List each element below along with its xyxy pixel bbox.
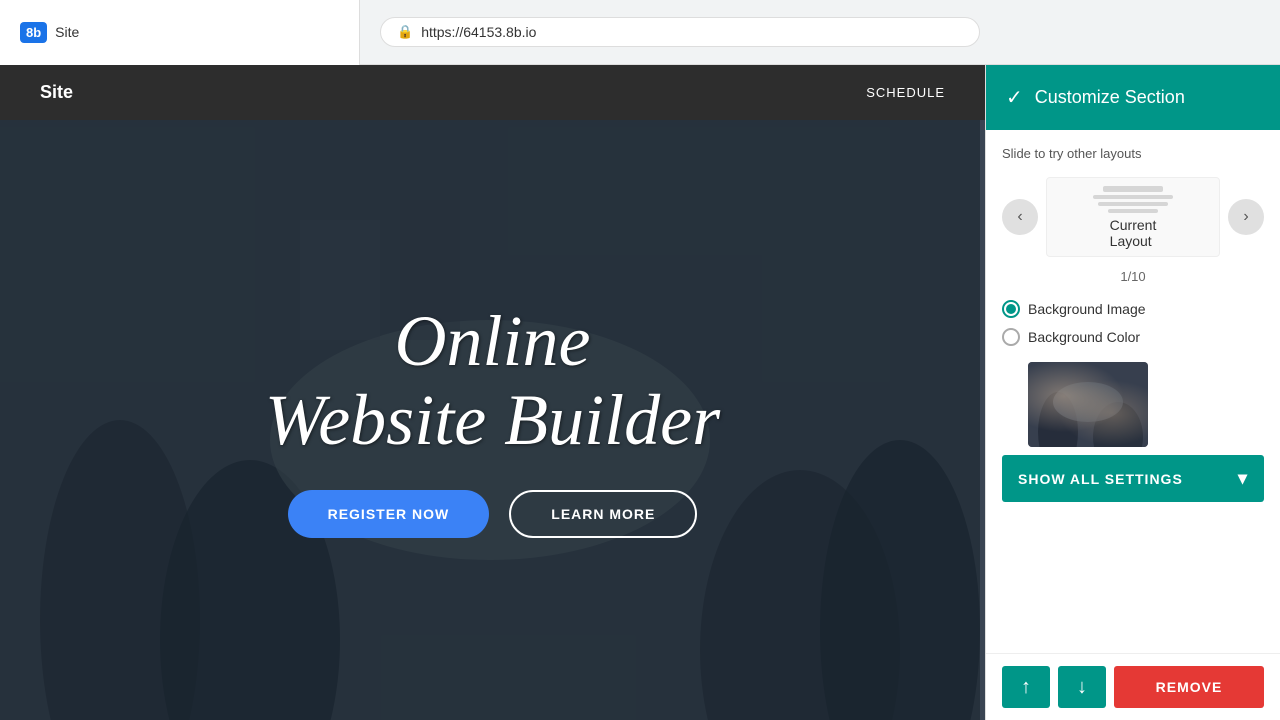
background-image-thumbnail[interactable] — [1028, 362, 1148, 447]
preview-line-3 — [1098, 202, 1168, 206]
prev-layout-button[interactable]: ‹ — [1002, 199, 1038, 235]
slide-label: Slide to try other layouts — [1002, 146, 1264, 161]
preview-line-4 — [1108, 209, 1158, 213]
site-nav: Site SCHEDULE — [0, 65, 985, 120]
customize-panel: ✓ Customize Section Slide to try other l… — [985, 65, 1280, 720]
panel-header-title: Customize Section — [1035, 87, 1185, 108]
bg-image-label: Background Image — [1028, 301, 1146, 317]
show-all-settings-button[interactable]: SHOW ALL SETTINGS ▾ — [1002, 455, 1264, 502]
remove-button[interactable]: REMOVE — [1114, 666, 1264, 708]
register-button[interactable]: REGISTER NOW — [288, 490, 490, 538]
show-all-label: SHOW ALL SETTINGS — [1018, 471, 1183, 487]
learn-more-button[interactable]: LEARN MORE — [509, 490, 697, 538]
hero-content: Online Website Builder REGISTER NOW LEAR… — [245, 282, 740, 558]
url-text: https://64153.8b.io — [421, 24, 536, 40]
current-layout-label: CurrentLayout — [1110, 217, 1157, 249]
panel-header: ✓ Customize Section — [986, 65, 1280, 130]
hero-section: Online Website Builder REGISTER NOW LEAR… — [0, 120, 985, 720]
main-area: Site SCHEDULE — [0, 65, 1280, 720]
hero-title-line1: Online — [265, 302, 720, 381]
bg-image-option[interactable]: Background Image — [1002, 300, 1264, 318]
layout-preview-lines — [1093, 186, 1173, 213]
move-down-button[interactable]: ↓ — [1058, 666, 1106, 708]
bg-image-radio[interactable] — [1002, 300, 1020, 318]
tab-logo: 8b — [20, 22, 47, 43]
tab-title: Site — [55, 24, 79, 40]
layout-carousel: ‹ CurrentLayout › — [1002, 177, 1264, 257]
site-nav-title: Site — [40, 82, 73, 103]
layout-pagination: 1/10 — [1002, 269, 1264, 284]
preview-line-2 — [1093, 195, 1173, 199]
site-nav-menu: SCHEDULE — [866, 85, 945, 100]
lock-icon: 🔒 — [397, 24, 413, 40]
panel-footer: ↑ ↓ REMOVE — [986, 653, 1280, 720]
bg-color-option[interactable]: Background Color — [1002, 328, 1264, 346]
show-all-chevron-icon: ▾ — [1238, 468, 1248, 489]
bg-color-label: Background Color — [1028, 329, 1140, 345]
bg-color-radio[interactable] — [1002, 328, 1020, 346]
hero-buttons: REGISTER NOW LEARN MORE — [265, 490, 720, 538]
background-options: Background Image Background Color — [1002, 300, 1264, 346]
browser-tab: 8b Site — [0, 0, 360, 65]
panel-body: Slide to try other layouts ‹ CurrentLayo… — [986, 130, 1280, 653]
hero-title-line2: Website Builder — [265, 381, 720, 460]
layout-preview: CurrentLayout — [1046, 177, 1220, 257]
preview-line-1 — [1103, 186, 1163, 192]
check-icon: ✓ — [1006, 85, 1023, 110]
site-preview: Site SCHEDULE — [0, 65, 985, 720]
browser-bar: 8b Site 🔒 https://64153.8b.io — [0, 0, 1280, 65]
address-bar[interactable]: 🔒 https://64153.8b.io — [380, 17, 980, 47]
move-up-button[interactable]: ↑ — [1002, 666, 1050, 708]
next-layout-button[interactable]: › — [1228, 199, 1264, 235]
